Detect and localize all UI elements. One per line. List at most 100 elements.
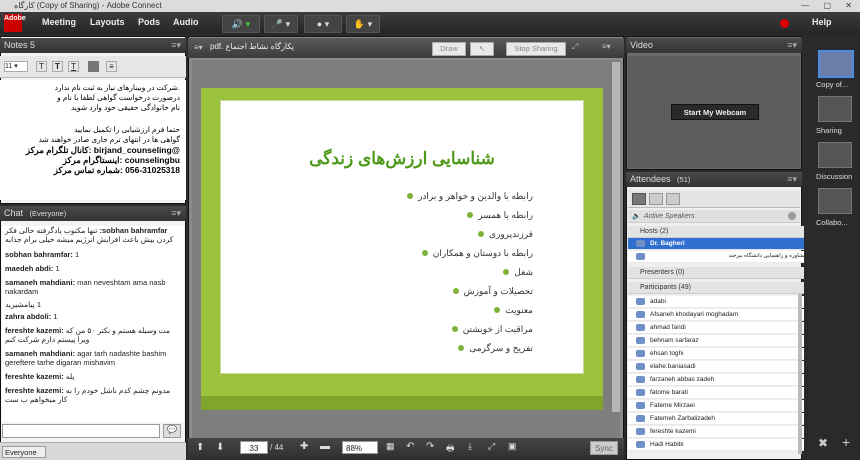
underline-icon[interactable]: T <box>68 61 79 72</box>
layout-thumb-sharing[interactable] <box>818 96 852 122</box>
layout-thumb-collaboration[interactable] <box>818 188 852 214</box>
chat-input[interactable] <box>2 424 160 438</box>
thumbnail-icon[interactable]: ▣ <box>508 441 517 452</box>
record-icon[interactable] <box>780 19 789 28</box>
fullscreen-icon[interactable]: ⤢ <box>572 42 578 52</box>
attendee-row[interactable]: farzaneh abbas zadeh <box>628 374 820 386</box>
chat-message: fereshte kazemi: پله <box>5 372 75 381</box>
attendee-row[interactable]: Fatemeh Zarbalizadeh <box>628 413 820 425</box>
print-icon[interactable]: 🖶 <box>446 441 455 457</box>
add-layout-icon[interactable]: + <box>842 434 850 450</box>
hosts-section[interactable]: Hosts (2) <box>628 226 810 238</box>
chat-message: samaneh mahdiani: man neveshtam ama nasb… <box>5 278 166 296</box>
chat-messages: sobhan bahramfar: تنها مکتوب یادگرفته حا… <box>2 226 184 422</box>
pod-menu-icon[interactable]: ≡▾ <box>194 43 203 52</box>
pod-menu-icon[interactable]: ≡▾ <box>787 38 797 53</box>
page-number-input[interactable]: 33 <box>240 441 268 454</box>
attendee-row[interactable]: behnam sarfaraz <box>628 335 820 347</box>
speaker-icon[interactable]: 🔊 ▾ <box>222 15 260 33</box>
attendee-row[interactable]: adabi <box>628 296 820 308</box>
attendee-row[interactable]: fereshte kazemi <box>628 426 820 438</box>
chat-audience: (Everyone) <box>29 209 67 218</box>
window-title-bar: کارگاه (Copy of Sharing) - Adobe Connect… <box>0 0 860 12</box>
participants-section[interactable]: Participants (49) <box>628 282 810 294</box>
presenters-section[interactable]: Presenters (0) <box>628 267 810 279</box>
attendees-header: Attendees (51) ≡▾ <box>626 172 802 187</box>
pod-options-icon[interactable]: ≡▾ <box>602 42 611 51</box>
slide-bullet: شغل <box>503 267 533 278</box>
zoom-in-icon[interactable]: ✚ <box>300 441 308 452</box>
layout-settings-icon[interactable]: ✖ <box>818 436 828 450</box>
next-page-icon[interactable]: ⬇ <box>216 442 224 453</box>
attendee-row[interactable]: fatome barati <box>628 387 820 399</box>
attendee-row[interactable]: ehsan toghi <box>628 348 820 360</box>
attendee-row[interactable]: مرکز مشاوره و راهنمایی دانشگاه بیرجند <box>628 251 826 263</box>
draw-button[interactable]: Draw <box>432 42 466 56</box>
pod-menu-icon[interactable]: ≡▾ <box>171 206 181 221</box>
bold-icon[interactable]: T <box>52 61 63 72</box>
list-icon[interactable]: ≡ <box>106 61 117 72</box>
notes-line: گواهی ها در انتهای ترم جاری صادر خواهند … <box>38 135 180 144</box>
layout-label: Sharing <box>816 126 842 135</box>
layout-label: Collabo... <box>816 218 848 227</box>
attendee-row[interactable]: Fateme Mirzaei <box>628 400 820 412</box>
pod-menu-icon[interactable]: ≡▾ <box>787 172 797 187</box>
sync-button[interactable]: Sync <box>590 441 618 455</box>
zoom-out-icon[interactable]: ▬ <box>320 441 330 452</box>
microphone-icon[interactable]: 🎤 ▾ <box>264 15 298 33</box>
menu-meeting[interactable]: Meeting <box>42 17 76 27</box>
chat-recipient-select[interactable]: Everyone <box>2 446 46 458</box>
list-view-icon[interactable] <box>632 193 646 205</box>
fullscreen-icon[interactable]: ⤢ <box>488 441 495 452</box>
chat-message: zahra abdoli: 1 <box>5 312 58 321</box>
undo-icon[interactable]: ↶ <box>406 441 414 452</box>
notes-title: Notes 5 <box>4 40 36 50</box>
send-message-icon[interactable]: 💬 <box>163 424 181 438</box>
previous-page-icon[interactable]: ⬆ <box>196 442 204 453</box>
share-scrollbar[interactable] <box>612 62 620 412</box>
stop-sharing-button[interactable]: Stop Sharing <box>506 42 566 56</box>
attendees-scrollbar[interactable] <box>798 294 802 454</box>
chat-message: maedeh abdi: 1 <box>5 264 60 273</box>
attendee-row[interactable]: Afsaneh khodayari moghadam <box>628 309 820 321</box>
notes-line: 056-31025318 :شماره تماس مرکز <box>53 165 180 175</box>
download-icon[interactable]: ⤓ <box>468 441 472 452</box>
webcam-icon[interactable]: ● ▾ <box>304 15 342 33</box>
start-webcam-button[interactable]: Start My Webcam <box>671 104 759 120</box>
menu-audio[interactable]: Audio <box>173 17 199 27</box>
attendees-count: (51) <box>677 175 691 184</box>
chat-message: fereshte kazemi: مت وسیله هستم و نکتر ۵۰… <box>5 326 171 344</box>
chat-message: fereshte kazemi: مدونم چشم کدم ناشل خودم… <box>5 386 171 404</box>
grid-view-icon[interactable] <box>649 193 663 205</box>
attendee-row[interactable]: Dr. Bagheri <box>628 238 820 250</box>
attendee-row[interactable]: Hadi Habibi <box>628 439 820 451</box>
user-status-icon[interactable] <box>666 193 680 205</box>
menu-pods[interactable]: Pods <box>138 17 160 27</box>
layout-thumb-copy-of-sharing[interactable] <box>818 50 854 78</box>
pointer-icon[interactable]: ↖ <box>470 42 494 56</box>
pod-menu-icon[interactable]: ≡▾ <box>171 38 181 53</box>
slide-bullet: معنویت <box>494 305 533 316</box>
slide-bullet: رابطه با والدین و خواهر و برادر <box>407 191 533 202</box>
chat-title: Chat <box>4 208 24 218</box>
attendee-row[interactable]: ahmad faridi <box>628 322 820 334</box>
adobe-logo-icon: Adobe <box>4 14 26 32</box>
menu-help[interactable]: Help <box>812 17 832 27</box>
close-icon[interactable] <box>788 212 796 220</box>
redo-icon[interactable]: ↷ <box>426 441 434 452</box>
color-swatch-icon[interactable] <box>88 61 99 72</box>
font-size-select[interactable]: 11 ▾ <box>4 61 28 72</box>
notes-content[interactable]: .شرکت در وبینارهای نیاز به ثبت نام ندارد… <box>0 80 186 200</box>
menu-layouts[interactable]: Layouts <box>90 17 125 27</box>
layout-thumb-discussion[interactable] <box>818 142 852 168</box>
notes-header: Notes 5 ≡▾ <box>0 38 186 53</box>
chat-message: 1 پیامشیرید <box>5 300 42 309</box>
fit-width-icon[interactable]: ▦ <box>386 441 395 452</box>
raise-hand-icon[interactable]: ✋ ▾ <box>346 15 380 33</box>
attendee-row[interactable]: elahe.baniasadi <box>628 361 820 373</box>
window-controls[interactable]: — ▢ ✕ <box>801 0 858 12</box>
page-total: / 44 <box>270 443 284 452</box>
zoom-select[interactable]: 88% <box>342 441 378 454</box>
menu-bar <box>0 12 860 34</box>
text-style-icon[interactable]: T <box>36 61 47 72</box>
